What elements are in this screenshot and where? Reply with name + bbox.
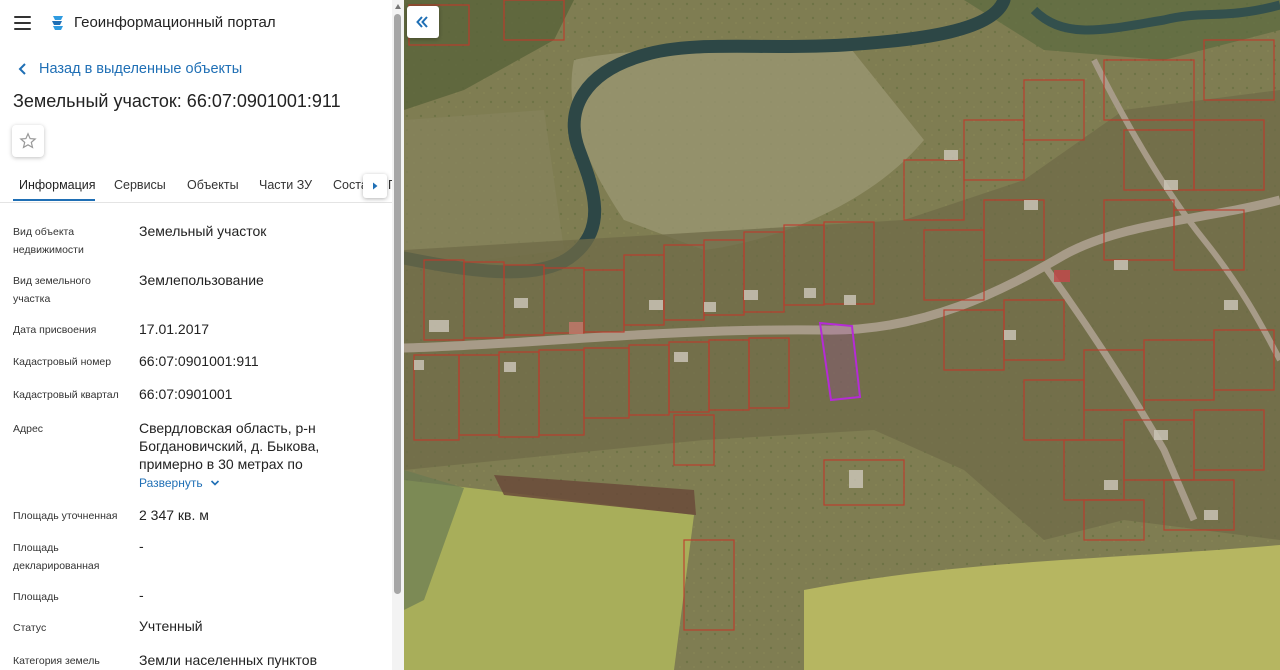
collapse-panel-button[interactable] [407, 6, 439, 38]
back-link-label: Назад в выделенные объекты [39, 61, 243, 77]
star-outline-icon [19, 132, 37, 149]
property-value: 2 347 кв. м [139, 507, 209, 523]
property-value: Земли населенных пунктов [139, 652, 318, 668]
chevron-left-icon [18, 63, 26, 75]
property-label: Площадь уточненная [13, 510, 118, 522]
map-view[interactable] [404, 0, 1280, 670]
property-label: Статус [13, 622, 47, 634]
scrollbar-thumb[interactable] [394, 14, 401, 594]
property-label: Вид объекта недвижимости [13, 226, 84, 256]
property-value: - [139, 587, 144, 603]
caret-right-icon [373, 182, 378, 190]
hamburger-icon[interactable] [12, 12, 34, 34]
property-label: Кадастровый квартал [13, 389, 119, 401]
app-title: Геоинформационный портал [74, 14, 276, 31]
property-value: 17.01.2017 [139, 321, 210, 337]
panel-scrollbar[interactable] [392, 0, 404, 670]
object-title: Земельный участок: 66:07:0901001:911 [13, 91, 341, 111]
expand-address-link[interactable]: Развернуть [139, 476, 221, 490]
tab-scroll-right-button[interactable] [363, 174, 387, 198]
property-value[interactable]: 66:07:0901001 [139, 385, 384, 403]
tab-objects[interactable]: Объекты [187, 178, 239, 192]
back-link[interactable]: Назад в выделенные объекты [14, 59, 242, 79]
tab-information[interactable]: Информация [19, 178, 96, 192]
expand-label: Развернуть [139, 476, 203, 490]
property-label: Адрес [13, 423, 44, 435]
tab-services[interactable]: Сервисы [114, 178, 166, 192]
property-label: Дата присвоения [13, 324, 97, 336]
property-label: Категория земель [13, 655, 100, 667]
property-value: Землепользование [139, 272, 264, 288]
favorite-button[interactable] [12, 125, 44, 157]
scroll-up-arrow-icon[interactable] [395, 4, 401, 9]
top-bar: Геоинформационный портал [0, 0, 392, 46]
active-tab-indicator [13, 199, 95, 201]
property-label: Кадастровый номер [13, 356, 112, 368]
property-value: Учтенный [139, 618, 203, 634]
info-panel: Геоинформационный портал Назад в выделен… [0, 0, 404, 670]
property-value[interactable]: 66:07:0901001:911 [139, 352, 384, 370]
satellite-map[interactable] [404, 0, 1280, 670]
portal-logo-icon [52, 16, 63, 30]
property-value-address: Свердловская область, р-н Богдановичский… [139, 420, 320, 472]
tab-bar: Информация Сервисы Объекты Части ЗУ Сост… [0, 170, 392, 203]
property-value: - [139, 538, 144, 554]
property-label: Вид земельного участка [13, 275, 91, 305]
property-label: Площадь [13, 591, 59, 603]
double-chevron-left-icon [416, 16, 428, 28]
chevron-down-icon [210, 480, 219, 486]
tab-parts[interactable]: Части ЗУ [259, 178, 312, 192]
property-label: Площадь декларированная [13, 542, 100, 572]
property-value: Земельный участок [139, 223, 267, 239]
